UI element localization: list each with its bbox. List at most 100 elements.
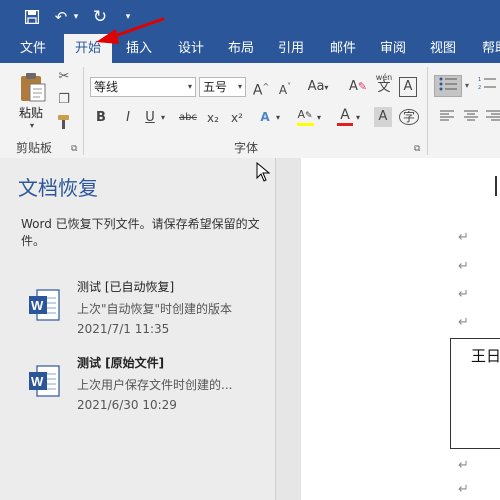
tab-mailings[interactable]: 邮件: [320, 34, 366, 63]
undo-icon[interactable]: ↶: [52, 6, 70, 28]
paragraph-mark: ↵: [458, 315, 469, 330]
save-icon[interactable]: [22, 6, 42, 28]
bullets-dropdown-icon[interactable]: ▾: [463, 75, 471, 97]
ribbon-tabs: 文件 开始 插入 设计 布局 引用 邮件 审阅 视图 帮助: [0, 34, 500, 63]
character-border-button[interactable]: A: [399, 77, 417, 97]
word-document-icon: W: [27, 364, 61, 398]
ribbon-home: 粘贴 ▾ ✂ ❐ 剪贴板 ⧉ 等线 ▾ 五号 ▾ A^ A˅ Aa▾ A✎ wé…: [0, 63, 500, 159]
redo-icon[interactable]: ↻: [90, 6, 110, 28]
undo-dropdown-icon[interactable]: ▾: [71, 6, 81, 28]
chevron-down-icon: ▾: [187, 82, 192, 91]
paragraph-mark: ↵: [458, 230, 469, 245]
table-cell-text: 王日: [471, 347, 500, 365]
clipboard-group-label: 剪贴板: [16, 141, 53, 155]
bold-button[interactable]: B: [94, 108, 108, 128]
svg-text:W: W: [31, 374, 44, 389]
font-size-value: 五号: [203, 80, 228, 94]
shrink-font-button[interactable]: A˅: [276, 77, 294, 97]
paragraph-mark: ↵: [458, 482, 469, 497]
paste-dropdown-icon[interactable]: ▾: [30, 121, 34, 130]
font-color-dropdown-icon[interactable]: ▾: [354, 108, 362, 128]
paragraph-mark: ↵: [458, 259, 469, 274]
cut-icon[interactable]: ✂: [55, 68, 73, 86]
shrink-font-label: A: [278, 83, 288, 97]
title-bar: ↶ ▾ ↻ ▾: [0, 0, 500, 34]
highlight-dropdown-icon[interactable]: ▾: [315, 108, 323, 128]
font-group-label: 字体: [234, 141, 259, 155]
recovered-file-item[interactable]: W 测试 [原始文件] 上次用户保存文件时创建的... 2021/6/30 10…: [0, 354, 275, 422]
document-table[interactable]: 王日: [450, 338, 500, 449]
tab-help[interactable]: 帮助: [472, 34, 500, 63]
recovered-file-item[interactable]: W 测试 [已自动恢复] 上次"自动恢复"时创建的版本 2021/7/1 11:…: [0, 278, 275, 346]
paste-icon[interactable]: [20, 72, 46, 106]
font-color-button[interactable]: A: [337, 105, 353, 125]
file-description: 上次"自动恢复"时创建的版本: [77, 302, 233, 316]
font-name-value: 等线: [94, 80, 119, 94]
clipboard-launcher-icon[interactable]: ⧉: [71, 145, 80, 154]
italic-button[interactable]: I: [121, 108, 135, 128]
document-page[interactable]: ↵ ↵ ↵ ↵ 王日 ↵ ↵: [301, 158, 500, 500]
group-divider: [83, 67, 84, 155]
subscript-button[interactable]: x₂: [205, 108, 221, 128]
change-case-button[interactable]: Aa▾: [304, 77, 332, 97]
clear-formatting-button[interactable]: A✎: [348, 77, 368, 97]
svg-text:2: 2: [478, 85, 481, 90]
bullets-button[interactable]: [434, 75, 462, 97]
file-date: 2021/7/1 11:35: [77, 322, 170, 336]
mouse-pointer-icon: [256, 161, 271, 186]
superscript-button[interactable]: x²: [229, 108, 245, 128]
underline-dropdown-icon[interactable]: ▾: [159, 108, 167, 128]
format-painter-icon[interactable]: [55, 114, 73, 132]
font-name-select[interactable]: 等线 ▾: [90, 77, 196, 97]
document-recovery-pane: 文档恢复 Word 已恢复下列文件。请保存希望保留的文件。 W 测试 [已自动恢…: [0, 158, 276, 500]
highlight-label: A: [297, 108, 305, 121]
copy-icon[interactable]: ❐: [55, 91, 73, 109]
grow-font-label: A: [252, 82, 263, 99]
file-name: 测试 [原始文件]: [77, 356, 165, 370]
phonetic-guide-button[interactable]: wén 文: [374, 73, 394, 94]
character-shading-label: A: [378, 109, 388, 124]
strikethrough-button[interactable]: abc: [177, 108, 199, 128]
pane-description: Word 已恢复下列文件。请保存希望保留的文件。: [21, 217, 260, 248]
tab-review[interactable]: 审阅: [370, 34, 416, 63]
grow-font-button[interactable]: A^: [252, 77, 270, 99]
customize-toolbar-icon[interactable]: ▾: [122, 6, 134, 28]
tab-layout[interactable]: 布局: [218, 34, 264, 63]
enclose-characters-icon[interactable]: 字: [399, 107, 420, 127]
file-date: 2021/6/30 10:29: [77, 398, 177, 412]
text-effects-dropdown-icon[interactable]: ▾: [274, 108, 282, 128]
underline-button[interactable]: U: [144, 108, 156, 128]
paste-button[interactable]: 粘贴: [19, 104, 43, 121]
highlight-color-bar: [297, 123, 314, 126]
font-color-bar: [337, 123, 353, 126]
file-name: 测试 [已自动恢复]: [77, 280, 175, 294]
align-center-button[interactable]: [462, 107, 480, 129]
word-window: ↶ ▾ ↻ ▾ 文件 开始 插入 设计 布局 引用 邮件 审阅 视图 帮助 粘贴…: [0, 0, 500, 500]
numbering-button[interactable]: 12: [475, 75, 499, 97]
paragraph-mark: ↵: [458, 458, 469, 473]
change-case-label: Aa: [307, 79, 325, 94]
svg-text:1: 1: [478, 77, 481, 83]
tab-insert[interactable]: 插入: [116, 34, 162, 63]
tab-file[interactable]: 文件: [10, 34, 56, 63]
tab-design[interactable]: 设计: [168, 34, 214, 63]
text-cursor: [495, 176, 497, 196]
svg-text:W: W: [31, 298, 44, 313]
highlight-button[interactable]: A✎: [296, 105, 314, 125]
chevron-down-icon: ▾: [237, 82, 242, 91]
tab-references[interactable]: 引用: [268, 34, 314, 63]
pane-title: 文档恢复: [18, 176, 98, 200]
text-effects-icon[interactable]: A: [256, 107, 274, 127]
paragraph-mark: ↵: [458, 287, 469, 302]
character-shading-button[interactable]: A: [374, 107, 392, 127]
font-size-select[interactable]: 五号 ▾: [199, 77, 246, 97]
word-document-icon: W: [27, 288, 61, 322]
clear-formatting-label: A: [348, 79, 358, 94]
align-left-button[interactable]: [438, 107, 456, 129]
tab-view[interactable]: 视图: [420, 34, 466, 63]
file-description: 上次用户保存文件时创建的...: [77, 378, 233, 392]
align-right-button[interactable]: [486, 107, 500, 129]
tab-home[interactable]: 开始: [64, 34, 112, 63]
group-divider: [427, 67, 428, 155]
font-launcher-icon[interactable]: ⧉: [414, 145, 423, 154]
